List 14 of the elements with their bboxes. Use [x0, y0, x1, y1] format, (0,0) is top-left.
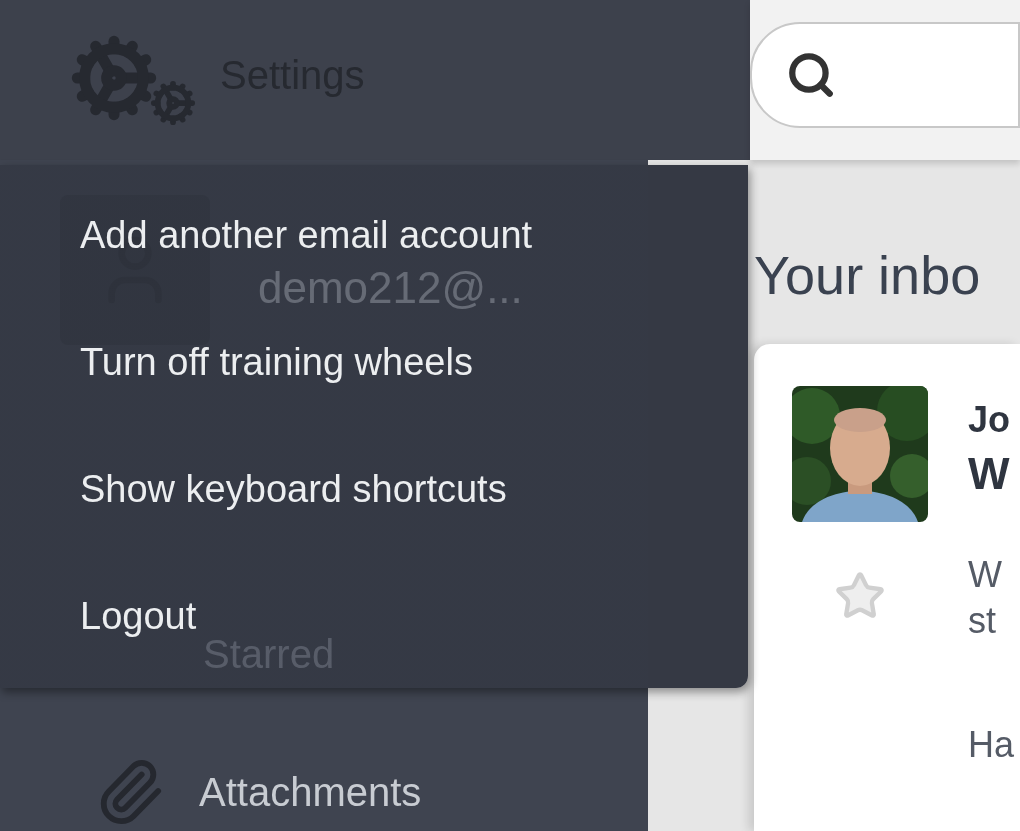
sidebar-item[interactable]: Attachments — [60, 753, 422, 831]
search-icon — [786, 50, 836, 100]
menu-item[interactable]: Turn off training wheels — [0, 334, 493, 390]
message-card[interactable]: Jo W W st Ha — [754, 344, 1020, 831]
menu-item[interactable]: Show keyboard shortcuts — [0, 461, 527, 517]
message-subject: W — [968, 448, 1011, 500]
sender-name: Jo — [968, 398, 1011, 442]
message-body: Ha — [968, 723, 1015, 767]
inbox-heading: Your inbo — [754, 244, 982, 306]
message-preview: W st — [968, 553, 1003, 643]
menu-item[interactable]: Add another email account — [0, 207, 553, 263]
search-field[interactable] — [750, 22, 1020, 128]
gears-icon — [70, 34, 196, 126]
menu-item[interactable]: Logout — [0, 588, 217, 644]
